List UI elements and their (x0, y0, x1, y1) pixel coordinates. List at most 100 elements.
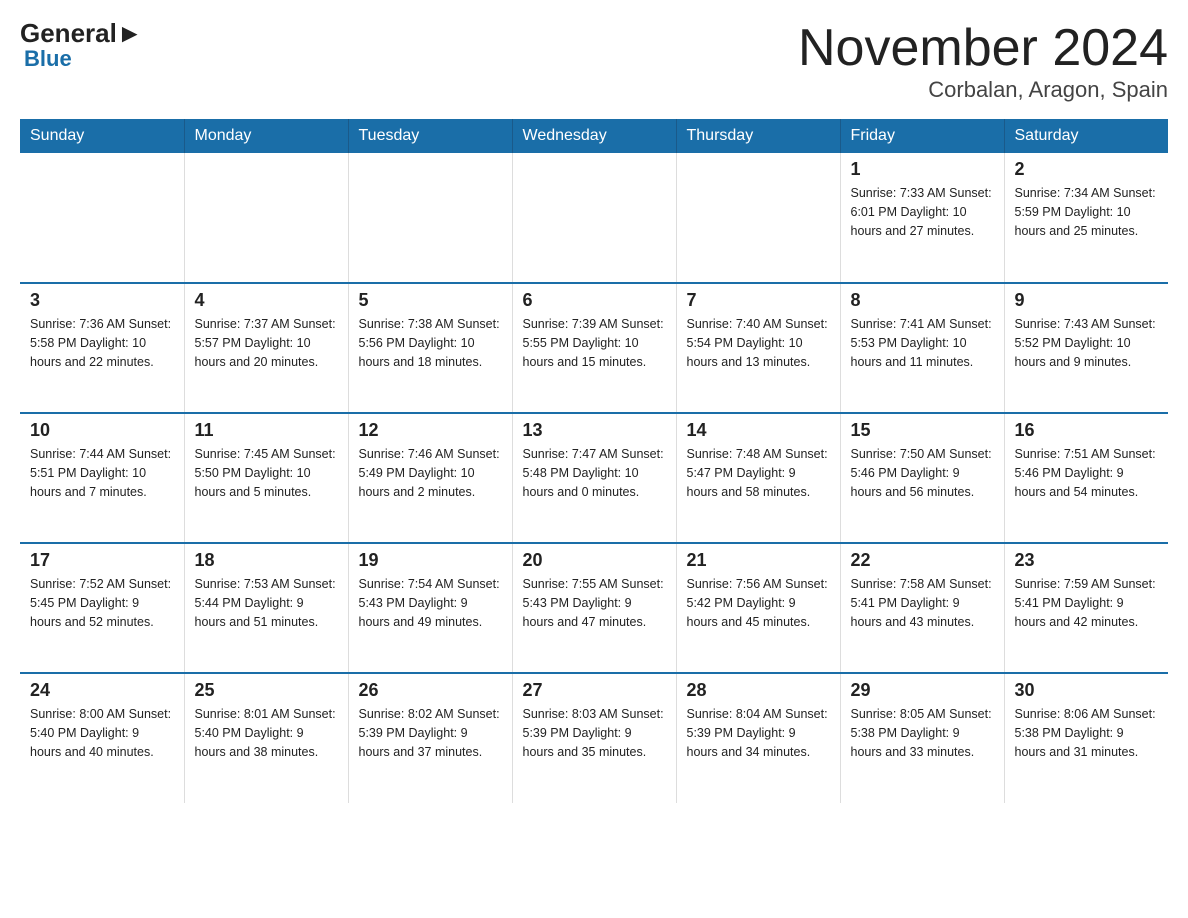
day-number: 21 (687, 550, 830, 571)
calendar-header-row: Sunday Monday Tuesday Wednesday Thursday… (20, 119, 1168, 153)
calendar-day-cell: 1 Sunrise: 7:33 AM Sunset: 6:01 PM Daylig… (840, 153, 1004, 283)
day-number: 13 (523, 420, 666, 441)
day-info: Sunrise: 7:40 AM Sunset: 5:54 PM Dayligh… (687, 315, 830, 371)
day-info: Sunrise: 7:58 AM Sunset: 5:41 PM Dayligh… (851, 575, 994, 631)
day-info: Sunrise: 8:01 AM Sunset: 5:40 PM Dayligh… (195, 705, 338, 761)
calendar-day-cell: 16Sunrise: 7:51 AM Sunset: 5:46 PM Dayli… (1004, 413, 1168, 543)
calendar-day-cell: 11Sunrise: 7:45 AM Sunset: 5:50 PM Dayli… (184, 413, 348, 543)
col-sunday: Sunday (20, 119, 184, 153)
day-info: Sunrise: 7:33 AM Sunset: 6:01 PM Dayligh… (851, 184, 994, 240)
day-number: 18 (195, 550, 338, 571)
day-number: 20 (523, 550, 666, 571)
day-info: Sunrise: 7:36 AM Sunset: 5:58 PM Dayligh… (30, 315, 174, 371)
calendar-day-cell: 18 Sunrise: 7:53 AM Sunset: 5:44 PM Dayli… (184, 543, 348, 673)
day-number: 26 (359, 680, 502, 701)
col-wednesday: Wednesday (512, 119, 676, 153)
calendar-day-cell: 2 Sunrise: 7:34 AM Sunset: 5:59 PM Daylig… (1004, 153, 1168, 283)
day-number: 15 (851, 420, 994, 441)
day-number: 22 (851, 550, 994, 571)
calendar-day-cell (184, 153, 348, 283)
day-info: Sunrise: 8:04 AM Sunset: 5:39 PM Dayligh… (687, 705, 830, 761)
calendar-title: November 2024 (798, 20, 1168, 77)
day-number: 25 (195, 680, 338, 701)
day-info: Sunrise: 7:38 AM Sunset: 5:56 PM Dayligh… (359, 315, 502, 371)
day-number: 4 (195, 290, 338, 311)
day-number: 12 (359, 420, 502, 441)
day-info: Sunrise: 7:37 AM Sunset: 5:57 PM Dayligh… (195, 315, 338, 371)
day-number: 6 (523, 290, 666, 311)
calendar-day-cell: 20 Sunrise: 7:55 AM Sunset: 5:43 PM Dayli… (512, 543, 676, 673)
calendar-day-cell: 29 Sunrise: 8:05 AM Sunset: 5:38 PM Dayli… (840, 673, 1004, 803)
calendar-day-cell: 15 Sunrise: 7:50 AM Sunset: 5:46 PM Dayli… (840, 413, 1004, 543)
calendar-day-cell: 22 Sunrise: 7:58 AM Sunset: 5:41 PM Dayli… (840, 543, 1004, 673)
calendar-day-cell: 6 Sunrise: 7:39 AM Sunset: 5:55 PM Daylig… (512, 283, 676, 413)
day-info: Sunrise: 8:06 AM Sunset: 5:38 PM Dayligh… (1015, 705, 1159, 761)
calendar-day-cell: 7 Sunrise: 7:40 AM Sunset: 5:54 PM Daylig… (676, 283, 840, 413)
col-friday: Friday (840, 119, 1004, 153)
day-number: 7 (687, 290, 830, 311)
calendar-day-cell: 3Sunrise: 7:36 AM Sunset: 5:58 PM Daylig… (20, 283, 184, 413)
calendar-day-cell: 5 Sunrise: 7:38 AM Sunset: 5:56 PM Daylig… (348, 283, 512, 413)
page-header: General► Blue November 2024 Corbalan, Ar… (20, 20, 1168, 103)
calendar-day-cell (512, 153, 676, 283)
day-info: Sunrise: 7:53 AM Sunset: 5:44 PM Dayligh… (195, 575, 338, 631)
day-number: 1 (851, 159, 994, 180)
calendar-week-row: 10 Sunrise: 7:44 AM Sunset: 5:51 PM Dayli… (20, 413, 1168, 543)
day-number: 30 (1015, 680, 1159, 701)
calendar-day-cell: 8 Sunrise: 7:41 AM Sunset: 5:53 PM Daylig… (840, 283, 1004, 413)
calendar-subtitle: Corbalan, Aragon, Spain (798, 77, 1168, 103)
day-number: 23 (1015, 550, 1159, 571)
day-info: Sunrise: 7:34 AM Sunset: 5:59 PM Dayligh… (1015, 184, 1159, 240)
day-number: 27 (523, 680, 666, 701)
day-number: 5 (359, 290, 502, 311)
day-number: 24 (30, 680, 174, 701)
calendar-day-cell: 30 Sunrise: 8:06 AM Sunset: 5:38 PM Dayli… (1004, 673, 1168, 803)
day-number: 29 (851, 680, 994, 701)
col-thursday: Thursday (676, 119, 840, 153)
day-info: Sunrise: 8:05 AM Sunset: 5:38 PM Dayligh… (851, 705, 994, 761)
calendar-day-cell: 4 Sunrise: 7:37 AM Sunset: 5:57 PM Daylig… (184, 283, 348, 413)
calendar-day-cell: 27Sunrise: 8:03 AM Sunset: 5:39 PM Dayli… (512, 673, 676, 803)
day-number: 11 (195, 420, 338, 441)
calendar-day-cell: 14Sunrise: 7:48 AM Sunset: 5:47 PM Dayli… (676, 413, 840, 543)
calendar-day-cell: 12Sunrise: 7:46 AM Sunset: 5:49 PM Dayli… (348, 413, 512, 543)
day-info: Sunrise: 7:48 AM Sunset: 5:47 PM Dayligh… (687, 445, 830, 501)
day-info: Sunrise: 7:55 AM Sunset: 5:43 PM Dayligh… (523, 575, 666, 631)
day-info: Sunrise: 8:02 AM Sunset: 5:39 PM Dayligh… (359, 705, 502, 761)
calendar-week-row: 1 Sunrise: 7:33 AM Sunset: 6:01 PM Daylig… (20, 153, 1168, 283)
day-info: Sunrise: 7:39 AM Sunset: 5:55 PM Dayligh… (523, 315, 666, 371)
calendar-day-cell: 17 Sunrise: 7:52 AM Sunset: 5:45 PM Dayli… (20, 543, 184, 673)
logo-general-text: General► (20, 20, 143, 46)
calendar-table: Sunday Monday Tuesday Wednesday Thursday… (20, 119, 1168, 803)
day-number: 19 (359, 550, 502, 571)
day-number: 10 (30, 420, 174, 441)
day-info: Sunrise: 7:56 AM Sunset: 5:42 PM Dayligh… (687, 575, 830, 631)
day-info: Sunrise: 7:52 AM Sunset: 5:45 PM Dayligh… (30, 575, 174, 631)
day-number: 8 (851, 290, 994, 311)
day-info: Sunrise: 7:44 AM Sunset: 5:51 PM Dayligh… (30, 445, 174, 501)
day-number: 2 (1015, 159, 1159, 180)
calendar-week-row: 24 Sunrise: 8:00 AM Sunset: 5:40 PM Dayli… (20, 673, 1168, 803)
calendar-day-cell: 23Sunrise: 7:59 AM Sunset: 5:41 PM Dayli… (1004, 543, 1168, 673)
calendar-day-cell: 10 Sunrise: 7:44 AM Sunset: 5:51 PM Dayli… (20, 413, 184, 543)
calendar-day-cell: 28 Sunrise: 8:04 AM Sunset: 5:39 PM Dayli… (676, 673, 840, 803)
day-number: 28 (687, 680, 830, 701)
day-info: Sunrise: 8:00 AM Sunset: 5:40 PM Dayligh… (30, 705, 174, 761)
calendar-day-cell: 13 Sunrise: 7:47 AM Sunset: 5:48 PM Dayli… (512, 413, 676, 543)
calendar-day-cell: 21 Sunrise: 7:56 AM Sunset: 5:42 PM Dayli… (676, 543, 840, 673)
calendar-day-cell (348, 153, 512, 283)
logo-blue-text: Blue (24, 46, 72, 72)
calendar-day-cell (676, 153, 840, 283)
col-tuesday: Tuesday (348, 119, 512, 153)
day-number: 9 (1015, 290, 1159, 311)
day-info: Sunrise: 7:43 AM Sunset: 5:52 PM Dayligh… (1015, 315, 1159, 371)
calendar-day-cell: 19 Sunrise: 7:54 AM Sunset: 5:43 PM Dayli… (348, 543, 512, 673)
day-info: Sunrise: 7:54 AM Sunset: 5:43 PM Dayligh… (359, 575, 502, 631)
logo: General► Blue (20, 20, 143, 72)
day-info: Sunrise: 7:51 AM Sunset: 5:46 PM Dayligh… (1015, 445, 1159, 501)
day-info: Sunrise: 7:50 AM Sunset: 5:46 PM Dayligh… (851, 445, 994, 501)
day-info: Sunrise: 7:47 AM Sunset: 5:48 PM Dayligh… (523, 445, 666, 501)
day-number: 17 (30, 550, 174, 571)
day-info: Sunrise: 7:41 AM Sunset: 5:53 PM Dayligh… (851, 315, 994, 371)
calendar-day-cell: 24 Sunrise: 8:00 AM Sunset: 5:40 PM Dayli… (20, 673, 184, 803)
